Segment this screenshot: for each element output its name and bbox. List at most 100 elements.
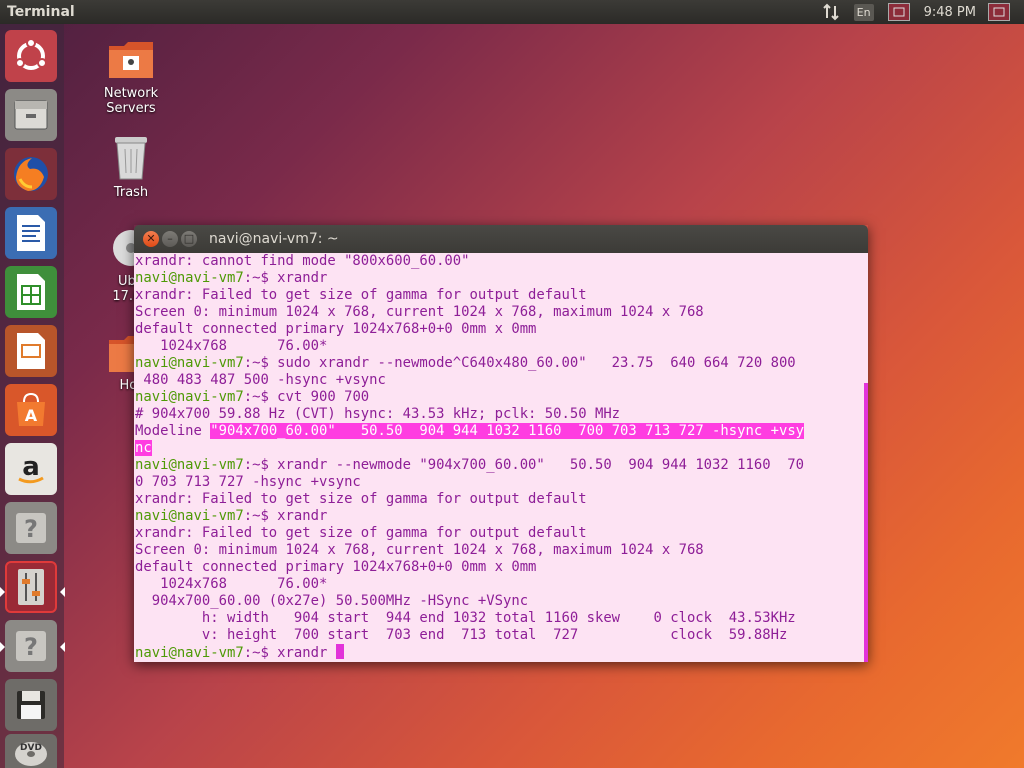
terminal-line: h: width 904 start 944 end 1032 total 11… xyxy=(135,610,868,627)
command-text: cvt 900 700 xyxy=(277,389,370,405)
floppy-icon[interactable] xyxy=(5,679,57,731)
terminal-line: 0 703 713 727 -hsync +vsync xyxy=(135,474,868,491)
firefox-icon[interactable] xyxy=(5,148,57,200)
terminal-line: navi@navi-vm7:~$ cvt 900 700 xyxy=(135,389,868,406)
terminal-line: navi@navi-vm7:~$ xrandr --newmode "904x7… xyxy=(135,457,868,474)
terminal-line: navi@navi-vm7:~$ xrandr xyxy=(135,270,868,287)
desktop-icon-network-servers[interactable]: Network Servers xyxy=(91,38,171,116)
scrollbar[interactable] xyxy=(864,383,868,662)
help-icon-2[interactable]: ? xyxy=(5,620,57,672)
prompt-suffix: :~$ xyxy=(243,389,278,405)
output-text: 1024x768 76.00* xyxy=(135,338,328,354)
output-text: 1024x768 76.00* xyxy=(135,576,328,592)
dvd-icon[interactable]: DVD xyxy=(5,734,57,768)
terminal-line: xrandr: Failed to get size of gamma for … xyxy=(135,287,868,304)
terminal-line: Screen 0: minimum 1024 x 768, current 10… xyxy=(135,304,868,321)
command-text: sudo xrandr --newmode^C640x480_60.00" 23… xyxy=(277,355,796,371)
software-center-icon[interactable]: A xyxy=(5,384,57,436)
terminal-line: default connected primary 1024x768+0+0 0… xyxy=(135,321,868,338)
svg-text:A: A xyxy=(25,406,38,425)
svg-text:?: ? xyxy=(24,633,38,661)
desktop-icon-trash[interactable]: Trash xyxy=(91,133,171,200)
output-text: xrandr: Failed to get size of gamma for … xyxy=(135,287,587,303)
focus-indicator xyxy=(60,587,65,597)
output-text: # 904x700 59.88 Hz (CVT) hsync: 43.53 kH… xyxy=(135,406,621,422)
command-text: xrandr xyxy=(277,508,328,524)
selected-text: nc xyxy=(135,440,152,456)
output-text: default connected primary 1024x768+0+0 0… xyxy=(135,559,537,575)
desktop-icon-label: Trash xyxy=(113,185,149,200)
system-settings-icon[interactable] xyxy=(5,561,57,613)
window-titlebar[interactable]: ✕ – □ navi@navi-vm7: ~ xyxy=(134,225,868,253)
output-text: Modeline xyxy=(135,423,211,439)
command-text: xrandr xyxy=(277,270,328,286)
prompt-suffix: :~$ xyxy=(243,457,278,473)
terminal-line: xrandr: Failed to get size of gamma for … xyxy=(135,525,868,542)
terminal-line: navi@navi-vm7:~$ xrandr xyxy=(135,508,868,525)
terminal-line: v: height 700 start 703 end 713 total 72… xyxy=(135,627,868,644)
terminal-line: Modeline "904x700_60.00" 50.50 904 944 1… xyxy=(135,423,868,440)
output-text: Screen 0: minimum 1024 x 768, current 10… xyxy=(135,542,704,558)
output-text: Screen 0: minimum 1024 x 768, current 10… xyxy=(135,304,704,320)
shell-prompt: navi@navi-vm7 xyxy=(135,270,244,286)
terminal-lines: xrandr: cannot find mode "800x600_60.00"… xyxy=(135,253,868,661)
shell-prompt: navi@navi-vm7 xyxy=(135,457,244,473)
svg-text:a: a xyxy=(22,452,40,482)
terminal-line: xrandr: Failed to get size of gamma for … xyxy=(135,491,868,508)
output-text: h: width 904 start 944 end 1032 total 11… xyxy=(135,610,796,626)
terminal-line: navi@navi-vm7:~$ xrandr xyxy=(135,644,868,661)
text-cursor xyxy=(335,644,344,659)
terminal-line: default connected primary 1024x768+0+0 0… xyxy=(135,559,868,576)
output-text: v: height 700 start 703 end 713 total 72… xyxy=(135,627,788,643)
terminal-line: 1024x768 76.00* xyxy=(135,338,868,355)
terminal-line: xrandr: cannot find mode "800x600_60.00" xyxy=(135,253,868,270)
prompt-suffix: :~$ xyxy=(243,355,278,371)
prompt-suffix: :~$ xyxy=(243,270,278,286)
output-text: xrandr: Failed to get size of gamma for … xyxy=(135,491,587,507)
command-text: xrandr xyxy=(277,645,336,661)
terminal-output[interactable]: xrandr: cannot find mode "800x600_60.00"… xyxy=(134,253,868,662)
top-panel: Terminal En 9:48 PM xyxy=(0,0,1024,24)
terminal-window[interactable]: ✕ – □ navi@navi-vm7: ~ xrandr: cannot fi… xyxy=(134,225,868,662)
minimize-icon[interactable]: – xyxy=(162,231,178,247)
shell-prompt: navi@navi-vm7 xyxy=(135,355,244,371)
impress-icon[interactable] xyxy=(5,325,57,377)
launcher: A a ? ? DVD xyxy=(0,24,65,768)
prompt-suffix: :~$ xyxy=(243,645,278,661)
shutdown-icon[interactable] xyxy=(887,3,910,21)
command-text: xrandr --newmode "904x700_60.00" 50.50 9… xyxy=(277,457,805,473)
desktop-icon-label: Network xyxy=(103,86,159,101)
terminal-line: nc xyxy=(135,440,868,457)
ubuntu-logo-icon[interactable] xyxy=(5,30,57,82)
terminal-line: Screen 0: minimum 1024 x 768, current 10… xyxy=(135,542,868,559)
help-icon[interactable]: ? xyxy=(5,502,57,554)
indicator-area: En 9:48 PM xyxy=(822,0,1024,24)
files-icon[interactable] xyxy=(5,89,57,141)
shell-prompt: navi@navi-vm7 xyxy=(135,389,244,405)
clock[interactable]: 9:48 PM xyxy=(924,5,976,20)
running-indicator-right xyxy=(60,642,65,652)
terminal-line: 1024x768 76.00* xyxy=(135,576,868,593)
close-icon[interactable]: ✕ xyxy=(143,231,159,247)
maximize-icon[interactable]: □ xyxy=(181,231,197,247)
folder-network-icon xyxy=(109,42,153,78)
system-menu-icon[interactable] xyxy=(988,3,1010,21)
output-text: xrandr: cannot find mode "800x600_60.00" xyxy=(135,253,470,269)
terminal-line: 480 483 487 500 -hsync +vsync xyxy=(135,372,868,389)
running-indicator xyxy=(0,642,5,652)
output-text: 0 703 713 727 -hsync +vsync xyxy=(135,474,361,490)
amazon-icon[interactable]: a xyxy=(5,443,57,495)
output-text: 480 483 487 500 -hsync +vsync xyxy=(135,372,386,388)
selected-text: "904x700_60.00" 50.50 904 944 1032 1160 … xyxy=(210,423,805,439)
svg-text:?: ? xyxy=(24,515,38,543)
keyboard-layout-indicator[interactable]: En xyxy=(853,3,874,21)
network-icon[interactable] xyxy=(822,3,840,21)
terminal-line: navi@navi-vm7:~$ sudo xrandr --newmode^C… xyxy=(135,355,868,372)
calc-icon[interactable] xyxy=(5,266,57,318)
shell-prompt: navi@navi-vm7 xyxy=(135,645,244,661)
writer-icon[interactable] xyxy=(5,207,57,259)
active-indicator xyxy=(0,587,5,597)
shell-prompt: navi@navi-vm7 xyxy=(135,508,244,524)
desktop-icon-label: Servers xyxy=(106,101,156,116)
output-text: 904x700_60.00 (0x27e) 50.500MHz -HSync +… xyxy=(135,593,529,609)
